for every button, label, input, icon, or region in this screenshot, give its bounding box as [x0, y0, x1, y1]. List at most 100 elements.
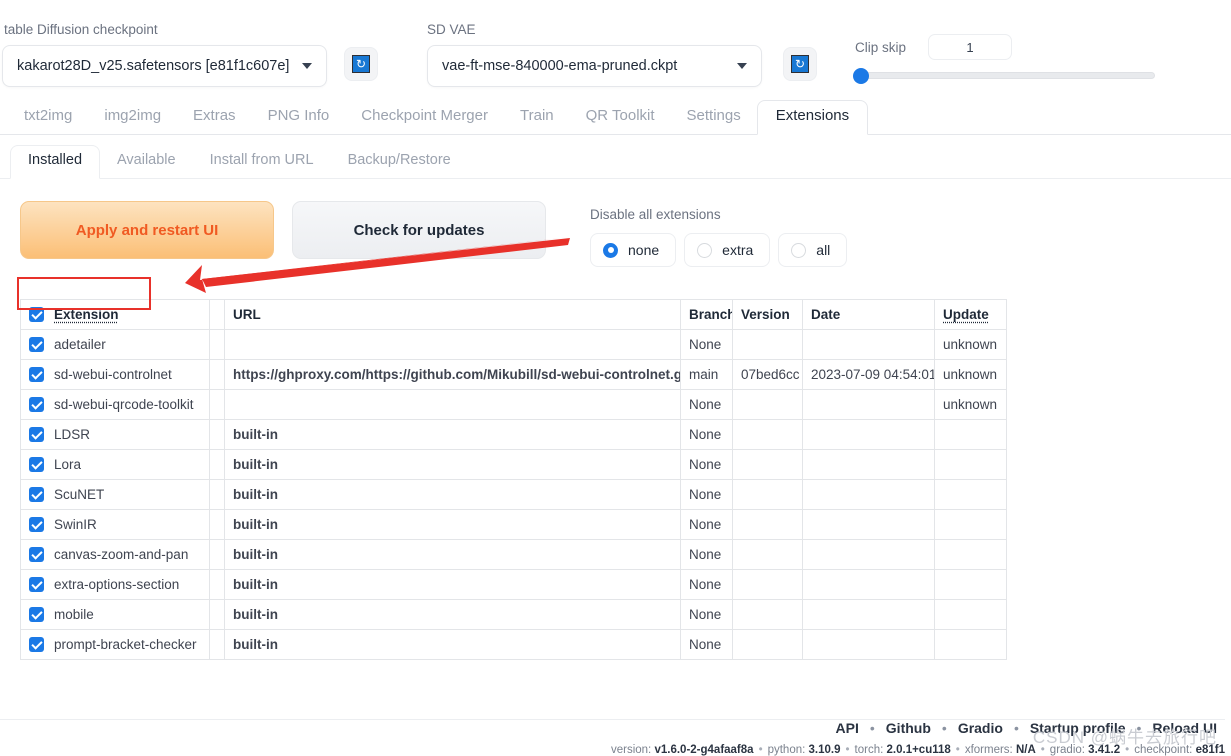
cell-update	[934, 479, 1007, 510]
header-version[interactable]: Version	[732, 299, 803, 330]
sub-tab-backup-restore[interactable]: Backup/Restore	[331, 146, 468, 178]
sub-tab-install-from-url[interactable]: Install from URL	[193, 146, 331, 178]
cell-spacer	[209, 569, 225, 600]
main-tab-train[interactable]: Train	[504, 101, 570, 134]
radio-icon	[603, 242, 618, 258]
cell-update	[934, 509, 1007, 540]
extension-enabled-checkbox[interactable]	[29, 367, 44, 382]
extension-name: ScuNET	[54, 487, 105, 502]
cell-extension: Lora	[20, 449, 210, 480]
header-extension[interactable]: Extension	[20, 299, 210, 330]
clip-skip-slider-thumb[interactable]	[853, 67, 869, 84]
cell-update	[934, 539, 1007, 570]
table-row: sd-webui-controlnet https://ghproxy.com/h…	[20, 359, 1007, 390]
main-tab-extensions[interactable]: Extensions	[756, 100, 869, 135]
radio-icon	[697, 242, 713, 258]
footer-version-key: python:	[767, 744, 806, 756]
extension-enabled-checkbox[interactable]	[29, 517, 44, 532]
extensions-table-head: Extension URL Branch Version Date Update	[20, 299, 1007, 330]
header-date[interactable]: Date	[802, 299, 935, 330]
disable-option-none[interactable]: none	[590, 233, 677, 267]
checkpoint-select[interactable]: kakarot28D_v25.safetensors [e81f1c607e]	[2, 45, 327, 88]
cell-extension: LDSR	[20, 419, 210, 450]
extension-enabled-checkbox[interactable]	[29, 397, 44, 412]
cell-date	[802, 449, 935, 480]
cell-date	[802, 419, 935, 450]
extension-enabled-checkbox[interactable]	[29, 637, 44, 652]
header-update[interactable]: Update	[934, 299, 1007, 330]
header-branch[interactable]: Branch	[680, 299, 733, 330]
apply-and-restart-ui-button[interactable]: Apply and restart UI	[20, 201, 274, 259]
vae-field-group: SD VAE vae-ft-mse-840000-ema-pruned.ckpt	[427, 22, 767, 88]
main-tab-png-info[interactable]: PNG Info	[252, 101, 346, 134]
extensions-table-body: adetailer None unknown sd-webui-controlnet h…	[20, 329, 1007, 660]
refresh-checkpoints-button[interactable]: ↻	[344, 47, 378, 81]
extension-enabled-checkbox[interactable]	[29, 577, 44, 592]
extension-enabled-checkbox[interactable]	[29, 607, 44, 622]
cell-version	[732, 449, 803, 480]
disable-all-extensions-options: none extra all	[590, 233, 855, 267]
cell-version	[732, 569, 803, 600]
checkpoint-refresh-wrap: ↻	[344, 22, 378, 81]
header-url[interactable]: URL	[224, 299, 681, 330]
disable-all-extensions-group: Disable all extensions none extra all	[590, 201, 855, 267]
table-row: adetailer None unknown	[20, 329, 1007, 360]
footer-version-separator: •	[955, 744, 960, 756]
footer-link-github[interactable]: Github	[886, 720, 931, 736]
main-tab-qr-toolkit[interactable]: QR Toolkit	[570, 101, 671, 134]
extensions-table: Extension URL Branch Version Date Update…	[20, 299, 1007, 660]
cell-version	[732, 509, 803, 540]
footer-separator: •	[941, 720, 947, 736]
cell-version	[732, 629, 803, 660]
cell-spacer	[209, 419, 225, 450]
cell-url: built-in	[224, 449, 681, 480]
clip-skip-number-input[interactable]: 1	[928, 34, 1013, 60]
cell-version: 07bed6cc	[732, 359, 803, 390]
main-tab-checkpoint-merger[interactable]: Checkpoint Merger	[345, 101, 504, 134]
sub-tab-installed[interactable]: Installed	[10, 145, 101, 179]
extension-name: adetailer	[54, 337, 106, 352]
extension-enabled-checkbox[interactable]	[29, 337, 44, 352]
cell-date	[802, 479, 935, 510]
cell-branch: None	[680, 569, 733, 600]
refresh-vae-button[interactable]: ↻	[783, 47, 817, 81]
cell-spacer	[209, 449, 225, 480]
main-tab-txt2img[interactable]: txt2img	[8, 101, 88, 134]
cell-branch: None	[680, 629, 733, 660]
footer-link-gradio[interactable]: Gradio	[958, 720, 1003, 736]
disable-option-all[interactable]: all	[778, 233, 848, 267]
extension-enabled-checkbox[interactable]	[29, 427, 44, 442]
checkpoint-field-group: table Diffusion checkpoint kakarot28D_v2…	[0, 22, 330, 88]
footer-version-key: version:	[610, 744, 652, 756]
cell-url: built-in	[224, 419, 681, 450]
main-tab-extras[interactable]: Extras	[177, 101, 252, 134]
disable-option-extra[interactable]: extra	[684, 233, 771, 267]
checkpoint-selected-value: kakarot28D_v25.safetensors [e81f1c607e]	[17, 58, 290, 75]
extension-enabled-checkbox[interactable]	[29, 487, 44, 502]
cell-url: built-in	[224, 569, 681, 600]
extension-enabled-checkbox[interactable]	[29, 547, 44, 562]
extension-enabled-checkbox[interactable]	[29, 457, 44, 472]
main-tab-settings[interactable]: Settings	[671, 101, 757, 134]
check-for-updates-button[interactable]: Check for updates	[292, 201, 546, 259]
clip-skip-slider[interactable]	[853, 67, 1155, 84]
extensions-sub-tab-bar: Installed Available Install from URL Backup…	[0, 143, 1231, 179]
select-all-extensions-checkbox[interactable]	[29, 307, 44, 322]
footer-version-value: v1.6.0-2-g4afaaf8a	[654, 744, 754, 756]
vae-select[interactable]: vae-ft-mse-840000-ema-pruned.ckpt	[427, 45, 762, 88]
cell-update	[934, 629, 1007, 660]
main-tab-img2img[interactable]: img2img	[88, 101, 177, 134]
disable-all-extensions-label: Disable all extensions	[590, 207, 721, 222]
cell-update	[934, 419, 1007, 450]
sub-tab-available[interactable]: Available	[100, 146, 193, 178]
main-tab-bar: txt2img img2img Extras PNG Info Checkpoint M…	[0, 100, 1231, 135]
csdn-watermark: CSDN @蜗牛去旅行吧	[1032, 728, 1217, 747]
cell-url: https://ghproxy.com/https://github.com/M…	[224, 359, 681, 390]
cell-extension: adetailer	[20, 329, 210, 360]
cell-extension: prompt-bracket-checker	[20, 629, 210, 660]
footer-link-api[interactable]: API	[836, 720, 859, 736]
vae-selected-value: vae-ft-mse-840000-ema-pruned.ckpt	[442, 58, 678, 75]
refresh-icon: ↻	[791, 55, 809, 73]
cell-date	[802, 569, 935, 600]
cell-update	[934, 599, 1007, 630]
